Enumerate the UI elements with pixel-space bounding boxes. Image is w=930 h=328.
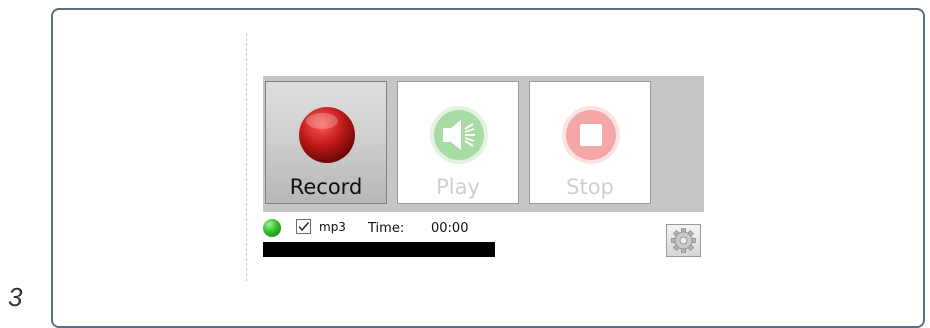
- dashed-divider: [246, 33, 247, 281]
- stop-icon: [560, 104, 622, 166]
- step-number: 3: [8, 282, 23, 312]
- play-button-label: Play: [436, 175, 480, 199]
- status-light-icon: [263, 219, 281, 237]
- speaker-icon: [428, 104, 490, 166]
- gear-icon: [671, 228, 696, 253]
- stop-button[interactable]: Stop: [529, 81, 651, 204]
- record-icon: [296, 104, 358, 166]
- audio-recorder: Record Play Stop: [263, 76, 704, 212]
- recording-progress-bar: [263, 242, 495, 257]
- time-value: 00:00: [431, 221, 469, 236]
- play-button[interactable]: Play: [397, 81, 519, 204]
- time-label: Time:: [368, 221, 405, 236]
- settings-button[interactable]: [666, 224, 701, 257]
- record-button[interactable]: Record: [265, 81, 387, 204]
- mp3-checkbox[interactable]: [296, 219, 311, 234]
- stop-button-label: Stop: [566, 175, 614, 199]
- record-button-label: Record: [289, 175, 363, 199]
- mp3-label: mp3: [319, 220, 346, 234]
